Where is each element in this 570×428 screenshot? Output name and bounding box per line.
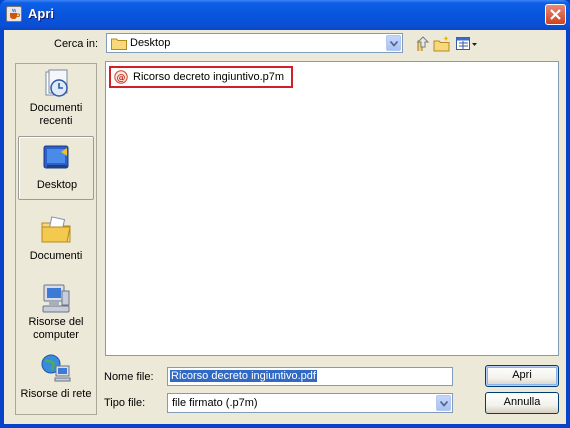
place-desktop[interactable]: Desktop	[18, 136, 94, 200]
up-one-level-icon[interactable]	[414, 35, 432, 53]
place-label: Documenti	[29, 250, 83, 262]
documents-folder-icon	[41, 216, 71, 243]
window-title: Apri	[28, 6, 54, 21]
file-list[interactable]: @ Ricorso decreto ingiuntivo.p7m	[105, 61, 559, 356]
close-icon	[550, 9, 561, 20]
place-label: Risorse del computer	[28, 316, 84, 341]
file-name: Ricorso decreto ingiuntivo.p7m	[133, 71, 285, 83]
look-in-label: Cerca in:	[54, 38, 99, 50]
java-cup-icon	[6, 6, 22, 22]
place-label: Documenti recenti	[29, 102, 83, 127]
place-label: Desktop	[36, 179, 78, 191]
recent-documents-icon	[45, 69, 68, 97]
place-network[interactable]: Risorse di rete	[18, 350, 94, 410]
chevron-down-icon	[440, 401, 448, 407]
place-label: Risorse di rete	[20, 388, 92, 400]
svg-text:@: @	[117, 73, 126, 83]
list-item[interactable]: @ Ricorso decreto ingiuntivo.p7m	[109, 66, 293, 88]
title-bar[interactable]: Apri	[0, 0, 570, 30]
open-dialog-window: Apri Cerca in: Desktop Documenti recenti…	[0, 0, 570, 428]
file-name-label: Nome file:	[104, 371, 154, 383]
close-button[interactable]	[545, 4, 566, 25]
look-in-value: Desktop	[130, 37, 171, 49]
signed-file-icon: @	[114, 70, 128, 84]
look-in-dropdown-arrow[interactable]	[386, 35, 401, 51]
file-type-combo[interactable]: file firmato (.p7m)	[167, 393, 453, 413]
folder-icon	[111, 38, 127, 50]
place-documents[interactable]: Documenti	[18, 210, 94, 274]
open-button[interactable]: Apri	[485, 365, 559, 387]
cancel-button[interactable]: Annulla	[485, 392, 559, 414]
place-my-computer[interactable]: Risorse del computer	[18, 278, 94, 344]
chevron-down-icon	[390, 41, 398, 47]
new-folder-icon[interactable]	[433, 35, 451, 53]
file-name-value: Ricorso decreto ingiuntivo.pdf	[170, 370, 317, 382]
desktop-icon	[43, 145, 69, 169]
file-type-dropdown-arrow[interactable]	[436, 395, 451, 411]
places-bar: Documenti recenti Desktop Documenti Riso…	[15, 63, 97, 415]
network-icon	[41, 354, 71, 382]
dialog-body: Cerca in: Desktop Documenti recenti Desk…	[4, 30, 566, 424]
file-type-label: Tipo file:	[104, 397, 146, 409]
file-name-input[interactable]: Ricorso decreto ingiuntivo.pdf	[167, 367, 453, 386]
my-computer-icon	[42, 284, 70, 313]
place-recent-documents[interactable]: Documenti recenti	[18, 67, 94, 131]
look-in-combo[interactable]: Desktop	[106, 33, 403, 53]
file-type-value: file firmato (.p7m)	[172, 397, 258, 409]
view-menu-icon[interactable]	[455, 35, 479, 53]
